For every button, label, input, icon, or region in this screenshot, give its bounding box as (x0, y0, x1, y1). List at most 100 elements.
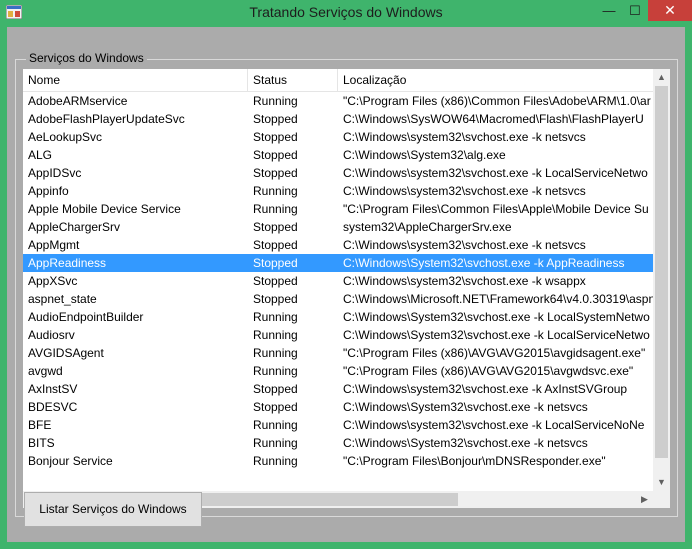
table-row[interactable]: AudioEndpointBuilder Running C:\Windows\Sy… (23, 308, 653, 326)
table-row[interactable]: AeLookupSvc Stopped C:\Windows\system32\sv… (23, 128, 653, 146)
table-row[interactable]: BFE Running C:\Windows\system32\svchost.ex… (23, 416, 653, 434)
cell-status: Running (253, 436, 298, 450)
cell-location: C:\Windows\system32\svchost.exe -k netsv… (343, 184, 586, 198)
table-row[interactable]: AppXSvc Stopped C:\Windows\system32\svchos… (23, 272, 653, 290)
table-row[interactable]: Bonjour Service Running "C:\Program Files\… (23, 452, 653, 470)
cell-name: Audiosrv (28, 328, 75, 342)
table-row[interactable]: Appinfo Running C:\Windows\system32\svchos… (23, 182, 653, 200)
cell-location: C:\Windows\system32\svchost.exe -k Local… (343, 418, 645, 432)
cell-location: "C:\Program Files\Bonjour\mDNSResponder.… (343, 454, 606, 468)
cell-location: "C:\Program Files\Common Files\Apple\Mob… (343, 202, 649, 216)
cell-status: Stopped (253, 112, 298, 126)
table-row[interactable]: avgwd Running "C:\Program Files (x86)\AVG\… (23, 362, 653, 380)
table-row[interactable]: AppReadiness Stopped C:\Windows\System32\s… (23, 254, 653, 272)
cell-name: AdobeARMservice (28, 94, 128, 108)
cell-name: AxInstSV (28, 382, 78, 396)
cell-name: AudioEndpointBuilder (28, 310, 144, 324)
scrollbar-corner (653, 491, 670, 508)
list-services-button[interactable]: Listar Serviços do Windows (24, 492, 202, 527)
cell-status: Stopped (253, 220, 298, 234)
cell-location: C:\Windows\SysWOW64\Macromed\Flash\Flash… (343, 112, 644, 126)
cell-status: Stopped (253, 130, 298, 144)
table-row[interactable]: AxInstSV Stopped C:\Windows\system32\svcho… (23, 380, 653, 398)
cell-status: Stopped (253, 256, 298, 270)
cell-status: Stopped (253, 166, 298, 180)
cell-name: ALG (28, 148, 53, 162)
column-header-status[interactable]: Status (248, 69, 338, 91)
cell-status: Running (253, 310, 298, 324)
maximize-button[interactable]: ☐ (622, 0, 648, 21)
cell-location: "C:\Program Files (x86)\AVG\AVG2015\avgw… (343, 364, 634, 378)
cell-name: AppMgmt (28, 238, 80, 252)
services-listview[interactable]: Nome Status Localização AdobeARMservice R… (23, 69, 670, 508)
cell-status: Stopped (253, 238, 298, 252)
cell-status: Running (253, 328, 298, 342)
window-title: Tratando Serviços do Windows (249, 4, 443, 20)
cell-status: Running (253, 184, 298, 198)
column-header-nome[interactable]: Nome (23, 69, 248, 91)
table-row[interactable]: AppIDSvc Stopped C:\Windows\system32\svcho… (23, 164, 653, 182)
cell-status: Stopped (253, 292, 298, 306)
cell-location: C:\Windows\System32\svchost.exe -k netsv… (343, 400, 588, 414)
listview-rows: AdobeARMservice Running "C:\Program Files … (23, 92, 653, 490)
cell-location: C:\Windows\system32\svchost.exe -k netsv… (343, 130, 586, 144)
table-row[interactable]: aspnet_state Stopped C:\Windows\Microsoft.… (23, 290, 653, 308)
cell-name: Bonjour Service (28, 454, 113, 468)
close-button[interactable]: ✕ (648, 0, 692, 21)
table-row[interactable]: BDESVC Stopped C:\Windows\System32\svchost… (23, 398, 653, 416)
cell-location: C:\Windows\System32\svchost.exe -k AppRe… (343, 256, 625, 270)
table-row[interactable]: AdobeARMservice Running "C:\Program Files … (23, 92, 653, 110)
groupbox-label: Serviços do Windows (26, 51, 147, 65)
cell-status: Stopped (253, 148, 298, 162)
table-row[interactable]: ALG Stopped C:\Windows\System32\alg.exe (23, 146, 653, 164)
cell-name: AppIDSvc (28, 166, 82, 180)
cell-name: aspnet_state (28, 292, 97, 306)
cell-location: C:\Windows\System32\svchost.exe -k netsv… (343, 436, 588, 450)
cell-name: AppleChargerSrv (28, 220, 121, 234)
title-bar[interactable]: Tratando Serviços do Windows — ☐ ✕ (0, 0, 692, 26)
cell-name: AVGIDSAgent (28, 346, 104, 360)
cell-name: BITS (28, 436, 55, 450)
table-row[interactable]: AppMgmt Stopped C:\Windows\system32\svchos… (23, 236, 653, 254)
cell-status: Stopped (253, 400, 298, 414)
column-header-localizacao[interactable]: Localização (338, 69, 653, 91)
table-row[interactable]: BITS Running C:\Windows\System32\svchost.e… (23, 434, 653, 452)
cell-status: Running (253, 346, 298, 360)
cell-location: C:\Windows\system32\svchost.exe -k wsapp… (343, 274, 586, 288)
cell-name: Apple Mobile Device Service (28, 202, 181, 216)
cell-location: system32\AppleChargerSrv.exe (343, 220, 512, 234)
vertical-scroll-thumb[interactable] (655, 86, 668, 458)
client-area: Serviços do Windows Nome Status Localiza… (7, 27, 685, 542)
cell-name: AppXSvc (28, 274, 78, 288)
vertical-scrollbar[interactable]: ▲ ▼ (653, 69, 670, 491)
cell-status: Running (253, 364, 298, 378)
cell-location: C:\Windows\System32\svchost.exe -k Local… (343, 310, 650, 324)
table-row[interactable]: Apple Mobile Device Service Running "C:\Pr… (23, 200, 653, 218)
cell-status: Stopped (253, 274, 298, 288)
table-row[interactable]: AdobeFlashPlayerUpdateSvc Stopped C:\Windo… (23, 110, 653, 128)
cell-status: Stopped (253, 382, 298, 396)
cell-name: AppReadiness (28, 256, 107, 270)
cell-status: Running (253, 418, 298, 432)
cell-location: C:\Windows\system32\svchost.exe -k AxIns… (343, 382, 628, 396)
listview-header: Nome Status Localização (23, 69, 653, 92)
cell-name: AeLookupSvc (28, 130, 103, 144)
cell-location: "C:\Program Files (x86)\AVG\AVG2015\avgi… (343, 346, 646, 360)
table-row[interactable]: AppleChargerSrv Stopped system32\AppleChar… (23, 218, 653, 236)
table-row[interactable]: Audiosrv Running C:\Windows\System32\svcho… (23, 326, 653, 344)
table-row[interactable]: AVGIDSAgent Running "C:\Program Files (x86… (23, 344, 653, 362)
scroll-right-arrow-icon[interactable]: ▶ (636, 491, 653, 508)
scroll-up-arrow-icon[interactable]: ▲ (653, 69, 670, 86)
cell-name: BFE (28, 418, 52, 432)
cell-name: AdobeFlashPlayerUpdateSvc (28, 112, 185, 126)
cell-status: Running (253, 454, 298, 468)
scroll-down-arrow-icon[interactable]: ▼ (653, 474, 670, 491)
cell-status: Running (253, 94, 298, 108)
cell-location: C:\Windows\system32\svchost.exe -k Local… (343, 166, 648, 180)
cell-name: avgwd (28, 364, 63, 378)
cell-status: Running (253, 202, 298, 216)
cell-location: "C:\Program Files (x86)\Common Files\Ado… (343, 94, 651, 108)
minimize-button[interactable]: — (596, 0, 622, 21)
cell-location: C:\Windows\Microsoft.NET\Framework64\v4.… (343, 292, 653, 306)
main-window: Tratando Serviços do Windows — ☐ ✕ Servi… (0, 0, 692, 549)
